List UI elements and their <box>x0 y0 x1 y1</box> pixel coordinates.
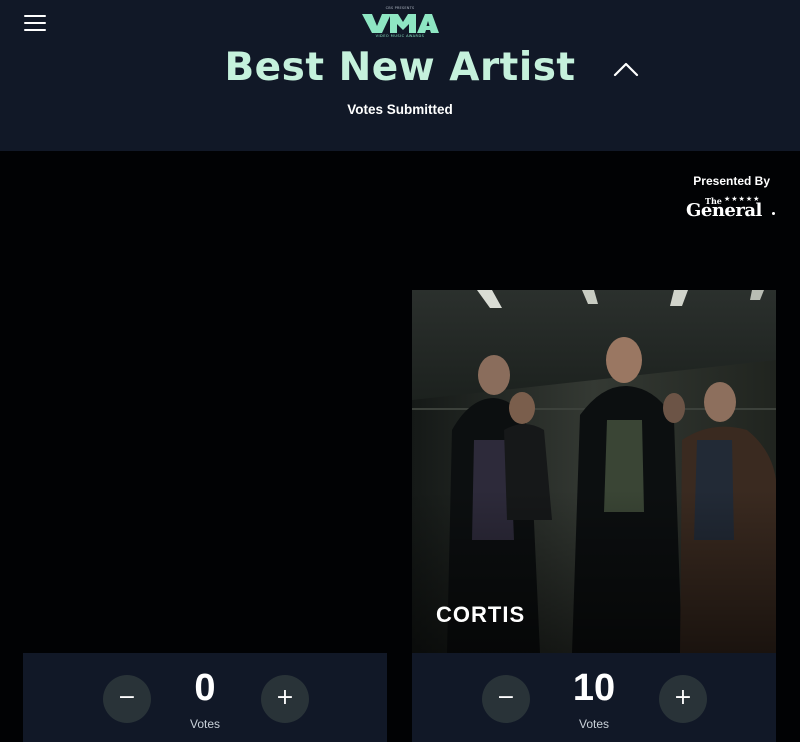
sponsor-block: Presented By The ★★★★★ General <box>676 172 786 224</box>
vote-count: 0 <box>194 667 216 709</box>
vote-panel-nominee-1: − 0 + Votes <box>23 653 387 742</box>
votes-submitted-status: Votes Submitted <box>347 102 453 117</box>
votes-label: Votes <box>578 717 610 731</box>
category-title: Best New Artist <box>224 45 576 90</box>
increment-vote-button[interactable]: + <box>659 675 707 723</box>
header: CBS PRESENTS VIDEO MUSIC AWARDS Best New… <box>0 0 800 151</box>
hamburger-menu-icon[interactable] <box>24 13 46 33</box>
votes-label: Votes <box>189 717 221 731</box>
vote-panel-nominee-2: − 10 + Votes <box>412 653 776 742</box>
chevron-up-icon[interactable] <box>611 55 641 85</box>
vote-count: 10 <box>572 667 616 709</box>
logo-sub-text: VIDEO MUSIC AWARDS <box>375 34 425 38</box>
increment-vote-button[interactable]: + <box>261 675 309 723</box>
nominee-photo <box>412 290 776 653</box>
sponsor-brand-name: General <box>686 200 762 221</box>
sponsor-logo[interactable]: The ★★★★★ General <box>676 172 786 224</box>
sponsor-brand-dot <box>772 212 775 215</box>
nominee-card-cortis[interactable]: CORTIS <box>412 290 776 653</box>
nominee-name: CORTIS <box>436 602 526 627</box>
vma-logo[interactable]: CBS PRESENTS VIDEO MUSIC AWARDS <box>360 6 440 40</box>
